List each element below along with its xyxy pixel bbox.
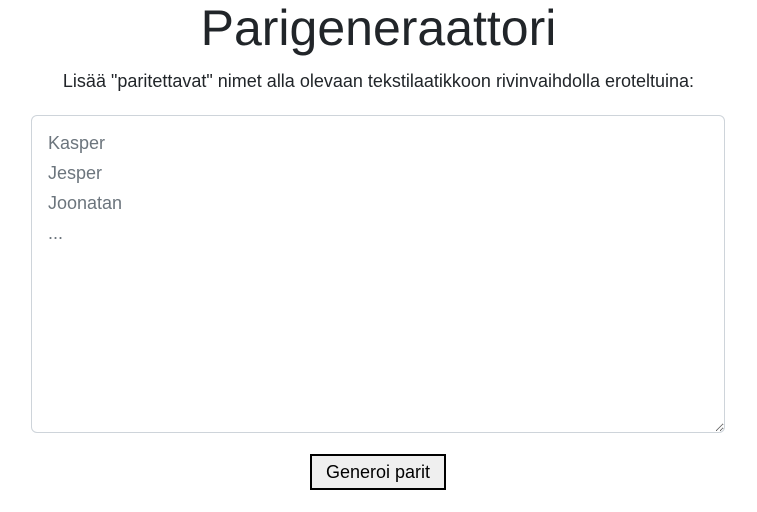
page-title: Parigeneraattori	[200, 0, 557, 56]
generate-pairs-button[interactable]: Generoi parit	[310, 454, 446, 490]
page: Parigeneraattori Lisää "paritettavat" ni…	[0, 0, 757, 512]
instructions-text: Lisää "paritettavat" nimet alla olevaan …	[62, 71, 695, 91]
names-textarea[interactable]	[31, 115, 725, 433]
